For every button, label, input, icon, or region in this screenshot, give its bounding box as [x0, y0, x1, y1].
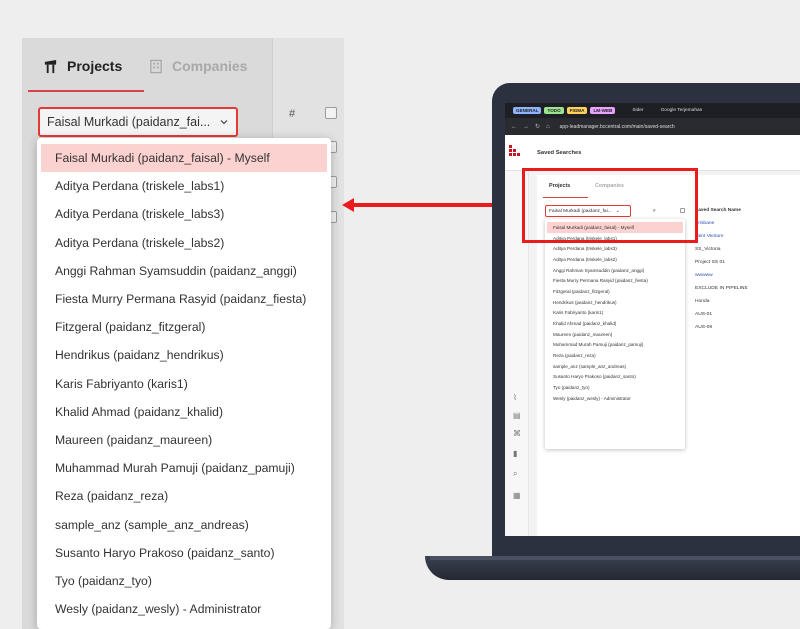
- dropdown-option[interactable]: Wesly (paidanz_wesly) - Administrator: [37, 595, 331, 623]
- dropdown-option[interactable]: Aditya Perdana (triskele_labs3): [37, 200, 331, 228]
- search-icon[interactable]: ⌕: [513, 469, 517, 479]
- dropdown-option-small[interactable]: Khalid Ahmad (paidanz_khalid): [545, 318, 685, 329]
- dropdown-option[interactable]: Hendrikus (paidanz_hendrikus): [37, 341, 331, 369]
- back-icon[interactable]: ←: [511, 124, 517, 130]
- chevron-down-icon: [220, 120, 228, 125]
- saved-search-row[interactable]: Project SS 01: [695, 260, 725, 265]
- dropdown-option-small[interactable]: Reza (paidanz_reza): [545, 350, 685, 361]
- tab-projects[interactable]: Projects: [43, 58, 122, 74]
- saved-search-row[interactable]: wwwww: [695, 273, 713, 278]
- dropdown-option-small[interactable]: Tyo (paidanz_tyo): [545, 382, 685, 393]
- tab-companies[interactable]: Companies: [149, 58, 247, 74]
- dropdown-option-small[interactable]: Aditya Perdana (triskele_labs3): [545, 243, 685, 254]
- browser-tab-group[interactable]: TODO: [544, 107, 564, 114]
- page-title: Saved Searches: [537, 150, 582, 156]
- user-select-value: Faisal Murkadi (paidanz_fai...: [47, 115, 211, 129]
- share-icon[interactable]: ⌘: [513, 429, 521, 438]
- reload-icon[interactable]: ↻: [535, 123, 540, 130]
- dropdown-option-small[interactable]: Fiesta Murry Permana Rasyid (paidanz_fie…: [545, 275, 685, 286]
- active-tab-indicator: [28, 90, 144, 92]
- bar-chart-icon[interactable]: ▮: [513, 449, 517, 458]
- laptop-base-edge: [430, 556, 800, 560]
- url-text[interactable]: app-leadmanager.bccentral.com/main/saved…: [560, 124, 675, 130]
- building-icon: [150, 59, 162, 73]
- dropdown-option[interactable]: Tyo (paidanz_tyo): [37, 567, 331, 595]
- dropdown-option[interactable]: Khalid Ahmad (paidanz_khalid): [37, 398, 331, 426]
- column-hash-label: #: [289, 108, 296, 120]
- dropdown-option[interactable]: Fitzgeral (paidanz_fitzgeral): [37, 313, 331, 341]
- app-header: Saved Searches: [505, 135, 800, 171]
- browser-tab-group[interactable]: LM-WEB: [590, 107, 616, 114]
- app-logo: [509, 145, 521, 159]
- dropdown-option-small[interactable]: Anggi Rahman Syamsuddin (paidanz_anggi): [545, 265, 685, 276]
- dropdown-option-small[interactable]: Susanto Haryo Prakoso (paidanz_santo): [545, 372, 685, 383]
- document-icon[interactable]: ▤: [513, 411, 521, 420]
- dropdown-option[interactable]: sample_anz (sample_anz_andreas): [37, 510, 331, 538]
- dropdown-option-small[interactable]: Karis Fabriyanto (karis1): [545, 308, 685, 319]
- dropdown-option[interactable]: Karis Fabriyanto (karis1): [37, 370, 331, 398]
- dropdown-option-small[interactable]: Muhammad Murah Pamuji (paidanz_pamuji): [545, 340, 685, 351]
- saved-search-row[interactable]: Honda: [695, 299, 709, 304]
- dropdown-option[interactable]: Fiesta Murry Permana Rasyid (paidanz_fie…: [37, 285, 331, 313]
- user-dropdown-menu-small: Faisal Murkadi (paidanz_faisal) - Myself…: [545, 219, 685, 449]
- saved-search-row[interactable]: AUS-09: [695, 325, 712, 330]
- dropdown-option-small[interactable]: Hendrikus (paidanz_hendrikus): [545, 297, 685, 308]
- dropdown-option[interactable]: Faisal Murkadi (paidanz_faisal) - Myself: [41, 144, 327, 173]
- dropdown-option[interactable]: Susanto Haryo Prakoso (paidanz_santo): [37, 539, 331, 567]
- saved-search-row[interactable]: SS_Victoria: [695, 247, 720, 252]
- dropdown-option[interactable]: Muhammad Murah Pamuji (paidanz_pamuji): [37, 454, 331, 482]
- saved-search-row[interactable]: EXCLUDE IN PIPELINE: [695, 286, 748, 291]
- dropdown-option-small[interactable]: Wesly (paidanz_wesly) - Administrator: [545, 393, 685, 404]
- dropdown-option[interactable]: Reza (paidanz_reza): [37, 482, 331, 510]
- saved-search-row[interactable]: AUS-01: [695, 312, 712, 317]
- grid-icon[interactable]: ▦: [513, 491, 521, 500]
- browser-tab-group[interactable]: FIGMA: [566, 107, 588, 114]
- projects-icon: [44, 59, 57, 73]
- browser-tab-group[interactable]: GENERAL: [513, 107, 542, 114]
- highlight-box: [522, 168, 698, 243]
- browser-tab-sider[interactable]: Sider: [632, 108, 643, 113]
- dropdown-option[interactable]: Maureen (paidanz_maureen): [37, 426, 331, 454]
- dropdown-option-small[interactable]: Fitzgeral (paidanz_fitzgeral): [545, 286, 685, 297]
- select-all-checkbox[interactable]: [325, 107, 337, 119]
- dropdown-option[interactable]: Aditya Perdana (triskele_labs1): [37, 172, 331, 200]
- home-icon[interactable]: ⌂: [546, 124, 550, 130]
- tab-companies-label: Companies: [172, 58, 248, 74]
- dropdown-option[interactable]: Aditya Perdana (triskele_labs2): [37, 229, 331, 257]
- tab-projects-label: Projects: [67, 58, 123, 74]
- user-select[interactable]: Faisal Murkadi (paidanz_fai...: [38, 107, 238, 137]
- dropdown-option[interactable]: Anggi Rahman Syamsuddin (paidanz_anggi): [37, 257, 331, 285]
- browser-tab-strip: GENERAL TODO FIGMA LM-WEB Sider Google Terjem…: [505, 103, 800, 118]
- saved-search-row[interactable]: Joint Venture: [695, 234, 724, 239]
- user-dropdown-menu: Faisal Murkadi (paidanz_faisal) - Myself…: [37, 138, 331, 629]
- browser-address-bar: ← → ↻ ⌂ app-leadmanager.bccentral.com/ma…: [505, 118, 800, 135]
- browser-tab-google[interactable]: Google Terjemahan: [661, 108, 703, 113]
- arrow-head: [342, 198, 354, 212]
- dropdown-option-small[interactable]: Maureen (paidanz_maureen): [545, 329, 685, 340]
- dropdown-option-small[interactable]: Aditya Perdana (triskele_labs2): [545, 254, 685, 265]
- forward-icon[interactable]: →: [523, 124, 529, 130]
- chart-line-icon[interactable]: ⌇: [513, 393, 517, 402]
- dropdown-option-small[interactable]: sample_anz (sample_anz_andreas): [545, 361, 685, 372]
- column-saved-search-name: Saved Search Name: [695, 208, 741, 213]
